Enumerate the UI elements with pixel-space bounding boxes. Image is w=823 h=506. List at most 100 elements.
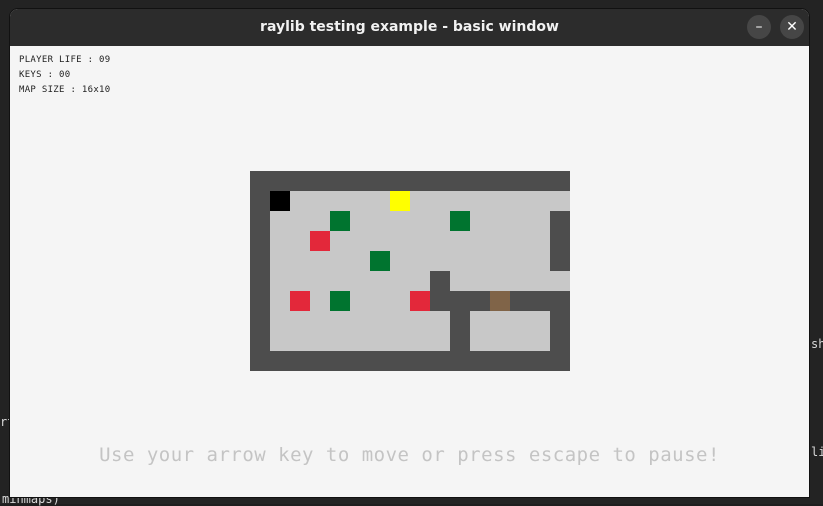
tile-floor: [330, 271, 350, 291]
tile-floor: [350, 211, 370, 231]
tile-floor: [550, 271, 570, 291]
tile-floor: [390, 231, 410, 251]
tile-wall: [530, 291, 550, 311]
tile-floor: [350, 251, 370, 271]
tile-floor: [470, 211, 490, 231]
tile-floor: [310, 191, 330, 211]
window-title: raylib testing example - basic window: [260, 19, 559, 35]
tile-wall: [310, 351, 330, 371]
tile-floor: [270, 291, 290, 311]
tile-floor: [290, 251, 310, 271]
tile-floor: [410, 231, 430, 251]
tile-floor: [410, 331, 430, 351]
tile-wall: [410, 171, 430, 191]
tile-floor: [470, 331, 490, 351]
tile-floor: [310, 311, 330, 331]
tile-wall: [550, 251, 570, 271]
tile-floor: [390, 291, 410, 311]
tile-floor: [310, 251, 330, 271]
tile-floor: [270, 211, 290, 231]
tile-floor: [530, 231, 550, 251]
tile-wall: [270, 351, 290, 371]
game-canvas[interactable]: PLAYER LIFE : 09 KEYS : 00 MAP SIZE : 16…: [10, 46, 809, 497]
tile-floor: [270, 251, 290, 271]
tile-wall: [510, 171, 530, 191]
tile-floor: [330, 311, 350, 331]
tile-floor: [290, 311, 310, 331]
tile-floor: [310, 271, 330, 291]
tile-floor: [410, 311, 430, 331]
tile-wall: [290, 171, 310, 191]
tile-floor: [390, 211, 410, 231]
tile-wall: [450, 351, 470, 371]
tile-enemy: [310, 231, 330, 251]
tile-tree: [330, 211, 350, 231]
tile-floor: [490, 311, 510, 331]
tile-floor: [370, 231, 390, 251]
tile-floor: [510, 231, 530, 251]
tile-floor: [390, 311, 410, 331]
tile-floor: [350, 191, 370, 211]
tile-wall: [450, 291, 470, 311]
tile-floor: [450, 271, 470, 291]
tile-floor: [430, 211, 450, 231]
hud-player-life: PLAYER LIFE : 09: [19, 55, 111, 65]
tile-floor: [270, 271, 290, 291]
tile-floor: [490, 271, 510, 291]
minimize-button[interactable]: –: [747, 15, 771, 39]
tile-floor: [430, 331, 450, 351]
tile-wall: [490, 351, 510, 371]
tile-floor: [530, 271, 550, 291]
title-bar[interactable]: raylib testing example - basic window – …: [10, 9, 809, 46]
tile-wall: [250, 291, 270, 311]
tile-wall: [530, 351, 550, 371]
tile-floor: [310, 331, 330, 351]
tile-floor: [530, 251, 550, 271]
tile-floor: [350, 331, 370, 351]
tile-floor: [510, 331, 530, 351]
tile-floor: [430, 311, 450, 331]
tile-wall: [510, 291, 530, 311]
tile-wall: [430, 291, 450, 311]
tile-wall: [470, 171, 490, 191]
tile-wall: [550, 171, 570, 191]
close-button[interactable]: ✕: [780, 15, 804, 39]
tile-wall: [250, 251, 270, 271]
tile-wall: [470, 351, 490, 371]
tile-wall: [410, 351, 430, 371]
terminal-text-fragment: li: [811, 445, 823, 459]
tile-wall: [550, 231, 570, 251]
tile-wall: [250, 331, 270, 351]
tile-floor: [470, 231, 490, 251]
tile-wall: [310, 171, 330, 191]
tile-floor: [390, 331, 410, 351]
tile-wall: [250, 211, 270, 231]
tile-floor: [290, 271, 310, 291]
tile-wall: [370, 351, 390, 371]
tile-floor: [350, 291, 370, 311]
tile-wall: [430, 171, 450, 191]
tile-floor: [350, 231, 370, 251]
tile-floor: [310, 291, 330, 311]
tile-door: [490, 291, 510, 311]
tile-wall: [550, 331, 570, 351]
tile-floor: [270, 331, 290, 351]
tile-floor: [530, 211, 550, 231]
tile-wall: [450, 331, 470, 351]
tile-wall: [350, 351, 370, 371]
tile-wall: [550, 211, 570, 231]
tile-floor: [330, 251, 350, 271]
tile-wall: [430, 351, 450, 371]
tile-floor: [410, 211, 430, 231]
tile-floor: [370, 291, 390, 311]
tile-floor: [290, 231, 310, 251]
tile-wall: [270, 171, 290, 191]
tile-floor: [430, 191, 450, 211]
tile-floor: [290, 211, 310, 231]
tile-wall: [390, 171, 410, 191]
tile-wall: [470, 291, 490, 311]
tile-wall: [250, 171, 270, 191]
tile-floor: [390, 271, 410, 291]
tile-floor: [430, 251, 450, 271]
tile-floor: [470, 251, 490, 271]
